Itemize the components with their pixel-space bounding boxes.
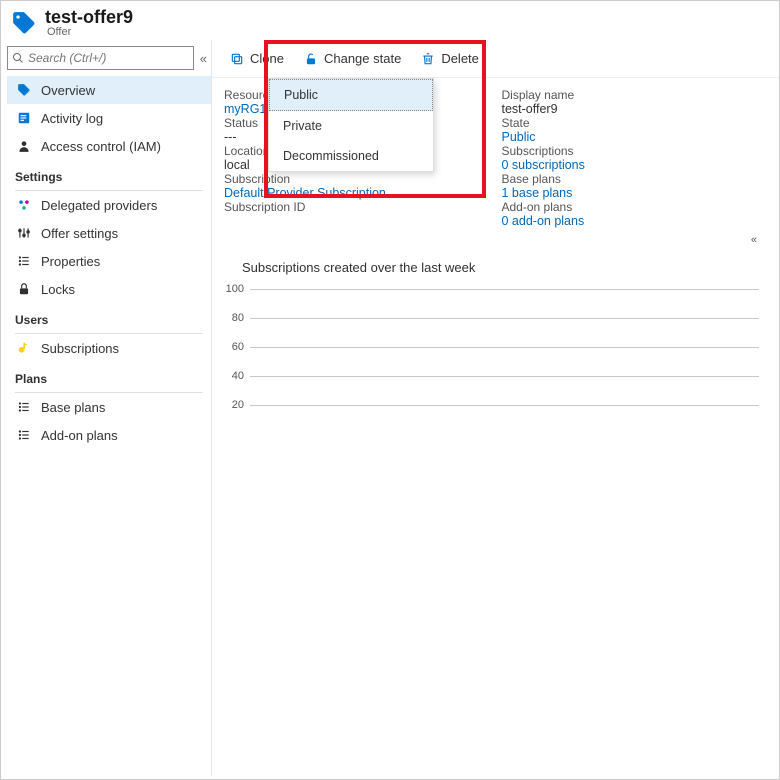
log-icon xyxy=(15,111,33,125)
collapse-sidebar-icon[interactable]: « xyxy=(200,51,207,66)
chart-ytick: 60 xyxy=(220,341,244,353)
button-label: Change state xyxy=(324,51,401,66)
state-link[interactable]: Public xyxy=(502,130,760,144)
copy-icon xyxy=(230,52,244,66)
state-option-private[interactable]: Private xyxy=(269,111,433,141)
field-subscription-id: Subscription ID xyxy=(224,200,482,228)
field-label: Add-on plans xyxy=(502,200,760,214)
tag-icon xyxy=(15,83,33,97)
search-input[interactable] xyxy=(28,51,189,65)
section-users: Users xyxy=(7,303,211,331)
nav-subscriptions[interactable]: Subscriptions xyxy=(7,334,211,362)
field-value: test-offer9 xyxy=(502,102,760,116)
list-icon xyxy=(15,400,33,414)
nav-label: Offer settings xyxy=(41,226,118,241)
field-label: Subscription xyxy=(224,172,482,186)
subscriptions-chart: 10080604020 xyxy=(250,289,759,439)
search-icon xyxy=(12,52,24,64)
nav-overview[interactable]: Overview xyxy=(7,76,211,104)
field-addon-plans: Add-on plans 0 add-on plans xyxy=(502,200,760,228)
nav-label: Locks xyxy=(41,282,75,297)
addon-plans-link[interactable]: 0 add-on plans xyxy=(502,214,760,228)
nav-label: Activity log xyxy=(41,111,103,126)
nav-label: Overview xyxy=(41,83,95,98)
nav-addon-plans[interactable]: Add-on plans xyxy=(7,421,211,449)
chart-area: Subscriptions created over the last week… xyxy=(212,246,779,439)
field-subscription: Subscription Default Provider Subscripti… xyxy=(224,172,482,200)
trash-icon xyxy=(421,52,435,66)
change-state-dropdown: Public Private Decommissioned xyxy=(268,78,434,172)
search-box[interactable] xyxy=(7,46,194,70)
nav-label: Base plans xyxy=(41,400,105,415)
page-subtitle: Offer xyxy=(47,26,133,38)
state-option-decom[interactable]: Decommissioned xyxy=(269,141,433,171)
clone-button[interactable]: Clone xyxy=(220,40,294,78)
offer-icon xyxy=(11,10,37,36)
button-label: Clone xyxy=(250,51,284,66)
field-label: Display name xyxy=(502,88,760,102)
chart-ytick: 20 xyxy=(220,399,244,411)
page-header: test-offer9 Offer xyxy=(1,1,779,40)
button-label: Delete xyxy=(441,51,479,66)
nav-label: Properties xyxy=(41,254,100,269)
nav-label: Access control (IAM) xyxy=(41,139,161,154)
list-icon xyxy=(15,428,33,442)
key-icon xyxy=(15,341,33,355)
sliders-icon xyxy=(15,226,33,240)
nav-delegated-providers[interactable]: Delegated providers xyxy=(7,191,211,219)
lock-icon xyxy=(15,282,33,296)
section-plans: Plans xyxy=(7,362,211,390)
field-label: Subscription ID xyxy=(224,200,482,214)
person-icon xyxy=(15,139,33,153)
base-plans-link[interactable]: 1 base plans xyxy=(502,186,760,200)
nav-properties[interactable]: Properties xyxy=(7,247,211,275)
change-state-button[interactable]: Change state xyxy=(294,40,411,78)
unlock-icon xyxy=(304,52,318,66)
field-label: Subscriptions xyxy=(502,144,760,158)
content-pane: Clone Change state Delete Public Private… xyxy=(211,40,779,776)
field-label: Base plans xyxy=(502,172,760,186)
nav-offer-settings[interactable]: Offer settings xyxy=(7,219,211,247)
chart-ytick: 80 xyxy=(220,312,244,324)
subscriptions-link[interactable]: 0 subscriptions xyxy=(502,158,760,172)
collapse-properties-icon[interactable]: « xyxy=(212,234,779,246)
sidebar: « Overview Activity log Access control (… xyxy=(1,40,211,776)
delete-button[interactable]: Delete xyxy=(411,40,489,78)
nav-label: Subscriptions xyxy=(41,341,119,356)
nav-locks[interactable]: Locks xyxy=(7,275,211,303)
section-settings: Settings xyxy=(7,160,211,188)
providers-icon xyxy=(15,198,33,212)
field-state: State Public xyxy=(502,116,760,144)
field-subscriptions-count: Subscriptions 0 subscriptions xyxy=(502,144,760,172)
state-option-public[interactable]: Public xyxy=(269,79,433,111)
subscription-link[interactable]: Default Provider Subscription xyxy=(224,186,482,200)
field-display-name: Display name test-offer9 xyxy=(502,88,760,116)
nav-access-control[interactable]: Access control (IAM) xyxy=(7,132,211,160)
chart-ytick: 100 xyxy=(220,283,244,295)
chart-title: Subscriptions created over the last week xyxy=(242,260,759,275)
nav-activity-log[interactable]: Activity log xyxy=(7,104,211,132)
nav-label: Delegated providers xyxy=(41,198,157,213)
field-base-plans: Base plans 1 base plans xyxy=(502,172,760,200)
toolbar: Clone Change state Delete xyxy=(212,40,779,78)
page-title: test-offer9 xyxy=(45,7,133,28)
field-label: State xyxy=(502,116,760,130)
list-icon xyxy=(15,254,33,268)
nav-label: Add-on plans xyxy=(41,428,118,443)
nav-base-plans[interactable]: Base plans xyxy=(7,393,211,421)
chart-ytick: 40 xyxy=(220,370,244,382)
